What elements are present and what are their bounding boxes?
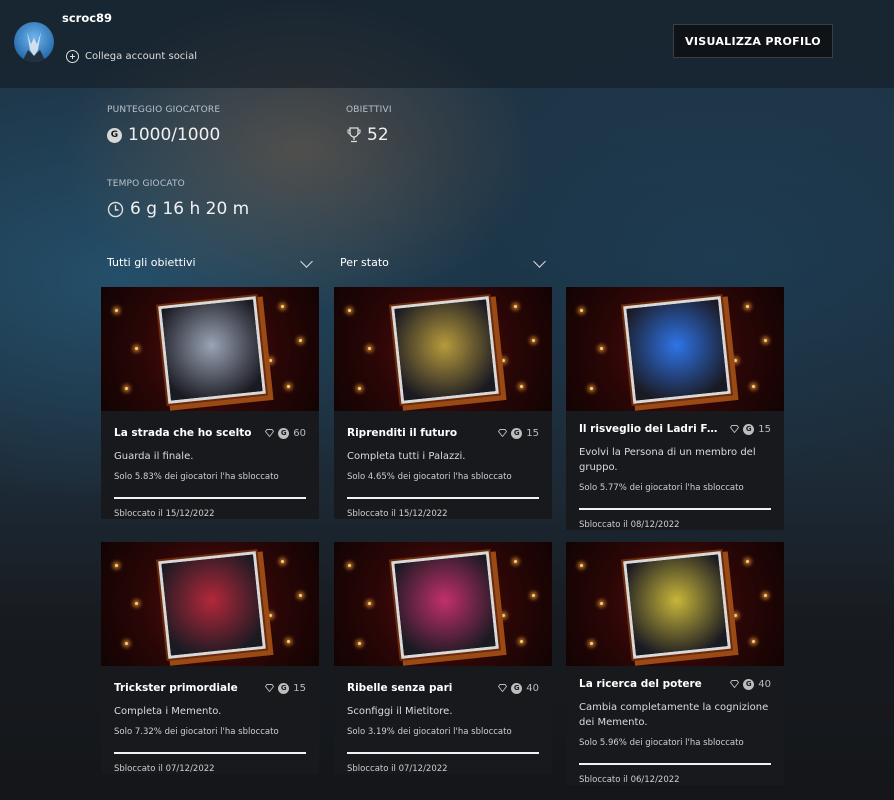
achievement-title: Riprenditi il futuro (347, 427, 458, 439)
achievement-rarity: Solo 3.19% dei giocatori l'ha sbloccato (347, 727, 512, 737)
clock-icon (107, 201, 124, 217)
divider (114, 752, 306, 754)
gem-icon (498, 429, 508, 437)
achievement-title: La strada che ho scelto (114, 427, 252, 439)
gamerscore-icon: G (278, 682, 290, 694)
score-value: G 1000/1000 (107, 125, 220, 145)
divider (579, 508, 771, 510)
points-value: 40 (758, 678, 771, 690)
achievement-description: Evolvi la Persona di un membro del grupp… (579, 447, 756, 473)
unlock-date: Sbloccato il 08/12/2022 (579, 520, 680, 530)
achievement-image-frame (623, 296, 731, 404)
link-social-label: Collega account social (85, 51, 197, 62)
points-value: 15 (758, 423, 771, 435)
achievements-text: 52 (367, 125, 389, 145)
achievement-description: Completa tutti i Palazzi. (347, 451, 466, 462)
achievement-card[interactable]: Il risveglio dei Ladri Fanta... G 15 Evo… (566, 287, 784, 530)
time-value: 6 g 16 h 20 m (107, 199, 249, 219)
achievement-points: G 15 (730, 423, 771, 435)
achievement-rarity: Solo 5.77% dei giocatori l'ha sbloccato (579, 483, 744, 493)
achievement-art (334, 542, 552, 666)
unlock-date: Sbloccato il 15/12/2022 (114, 509, 215, 519)
achievement-card[interactable]: Riprenditi il futuro G 15 Completa tutti… (334, 287, 552, 519)
achievement-description: Sconfiggi il Mietitore. (347, 706, 453, 717)
trophy-icon (347, 127, 361, 143)
points-value: 60 (293, 427, 306, 439)
achievement-rarity: Solo 5.83% dei giocatori l'ha sbloccato (114, 472, 279, 482)
divider (114, 497, 306, 499)
unlock-date: Sbloccato il 06/12/2022 (579, 775, 680, 785)
divider (347, 752, 539, 754)
achievement-image-frame (623, 551, 731, 659)
divider (347, 497, 539, 499)
gem-icon (265, 684, 275, 692)
achievement-image-frame (391, 551, 499, 659)
achievement-points: G 40 (498, 682, 539, 694)
gamerscore-icon: G (511, 427, 523, 439)
points-value: 15 (293, 682, 306, 694)
avatar[interactable] (14, 22, 54, 62)
achievement-points: G 15 (265, 682, 306, 694)
achievements-value: 52 (347, 125, 389, 145)
time-label: TEMPO GIOCATO (107, 179, 185, 189)
time-text: 6 g 16 h 20 m (130, 199, 250, 219)
achievement-card[interactable]: La strada che ho scelto G 60 Guarda il f… (101, 287, 319, 519)
unlock-date: Sbloccato il 07/12/2022 (347, 764, 448, 774)
achievement-description: Completa i Memento. (114, 706, 222, 717)
profile-header: scroc89 Collega account social VISUALIZZ… (0, 0, 894, 88)
avatar-figure-icon (22, 32, 46, 62)
gem-icon (265, 429, 275, 437)
score-text: 1000/1000 (128, 125, 221, 145)
gamerscore-icon: G (511, 682, 523, 694)
achievement-description: Cambia completamente la cognizione dei M… (579, 702, 769, 728)
achievement-art (101, 287, 319, 411)
gem-icon (730, 425, 740, 433)
achievement-card[interactable]: La ricerca del potere G 40 Cambia comple… (566, 542, 784, 785)
achievement-title: Ribelle senza pari (347, 682, 453, 694)
unlock-date: Sbloccato il 15/12/2022 (347, 509, 448, 519)
achievement-art (566, 287, 784, 411)
plus-circle-icon (66, 50, 79, 63)
achievement-image-frame (158, 296, 266, 404)
achievement-points: G 15 (498, 427, 539, 439)
achievement-rarity: Solo 5.96% dei giocatori l'ha sbloccato (579, 738, 744, 748)
view-profile-button[interactable]: VISUALIZZA PROFILO (673, 24, 833, 58)
achievement-image-frame (158, 551, 266, 659)
achievement-art (334, 287, 552, 411)
divider (579, 763, 771, 765)
gamerscore-icon: G (107, 127, 122, 143)
gamerscore-icon: G (278, 427, 290, 439)
points-value: 15 (526, 427, 539, 439)
points-value: 40 (526, 682, 539, 694)
achievements-label: OBIETTIVI (346, 105, 392, 115)
gamerscore-icon: G (743, 423, 755, 435)
filter-all-achievements[interactable]: Tutti gli obiettivi (107, 256, 196, 269)
achievement-points: G 40 (730, 678, 771, 690)
achievement-title: Il risveglio dei Ladri Fanta... (579, 423, 719, 435)
achievement-points: G 60 (265, 427, 306, 439)
score-label: PUNTEGGIO GIOCATORE (107, 105, 221, 115)
achievement-image-frame (391, 296, 499, 404)
username: scroc89 (62, 11, 113, 25)
achievement-title: La ricerca del potere (579, 678, 702, 690)
filter-by-state[interactable]: Per stato (340, 256, 389, 269)
link-social-account[interactable]: Collega account social (66, 50, 197, 63)
gamerscore-icon: G (743, 678, 755, 690)
achievement-rarity: Solo 4.65% dei giocatori l'ha sbloccato (347, 472, 512, 482)
achievement-card[interactable]: Trickster primordiale G 15 Completa i Me… (101, 542, 319, 774)
gem-icon (730, 680, 740, 688)
achievement-card[interactable]: Ribelle senza pari G 40 Sconfiggi il Mie… (334, 542, 552, 774)
achievement-art (101, 542, 319, 666)
achievement-title: Trickster primordiale (114, 682, 238, 694)
achievement-description: Guarda il finale. (114, 451, 194, 462)
unlock-date: Sbloccato il 07/12/2022 (114, 764, 215, 774)
achievement-art (566, 542, 784, 666)
achievement-rarity: Solo 7.32% dei giocatori l'ha sbloccato (114, 727, 279, 737)
gem-icon (498, 684, 508, 692)
